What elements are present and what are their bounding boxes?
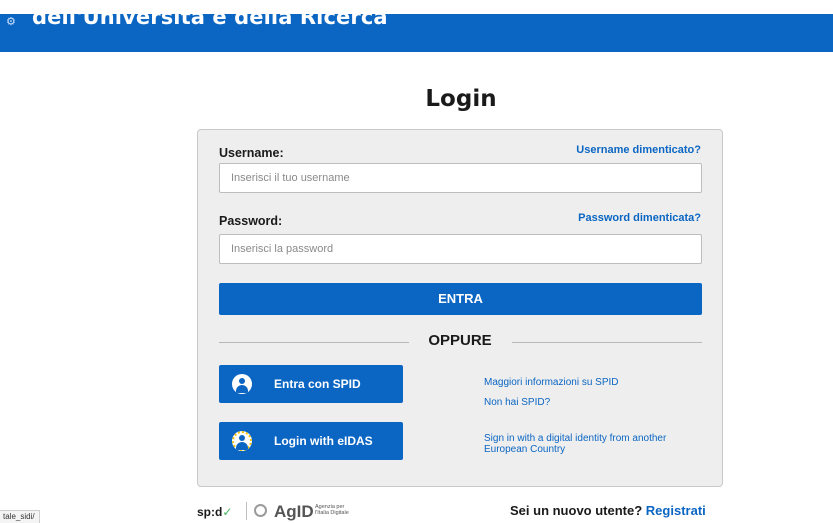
status-bar-url: tale_sidi/ xyxy=(0,510,40,523)
separator-label: OPPURE xyxy=(428,332,492,349)
forgot-password-link[interactable]: Password dimenticata? xyxy=(578,212,701,224)
agid-logo: AgID xyxy=(274,502,314,521)
no-spid-link[interactable]: Non hai SPID? xyxy=(484,397,550,408)
spid-info-link[interactable]: Maggiori informazioni su SPID xyxy=(484,377,619,388)
spid-logo: sp:d✓ xyxy=(197,505,233,519)
submit-button[interactable]: ENTRA xyxy=(219,283,702,315)
eidas-info-link-line2[interactable]: European Country xyxy=(484,444,565,455)
eidas-info-link-line1[interactable]: Sign in with a digital identity from ano… xyxy=(484,433,666,444)
page-title: Login xyxy=(425,86,497,112)
register-link[interactable]: Registrati xyxy=(646,503,706,518)
check-icon: ✓ xyxy=(222,505,233,519)
eidas-login-button[interactable]: Login with eIDAS xyxy=(219,422,403,460)
separator-line-right xyxy=(512,342,702,343)
username-input[interactable]: Inserisci il tuo username xyxy=(219,163,702,193)
spid-button-label: Entra con SPID xyxy=(274,377,361,391)
forgot-username-link[interactable]: Username dimenticato? xyxy=(576,144,701,156)
agid-emblem-icon xyxy=(254,504,267,517)
header-title: dell'Università e della Ricerca xyxy=(32,14,388,29)
site-header: ⚙ dell'Università e della Ricerca xyxy=(0,14,833,52)
username-label: Username: xyxy=(219,146,284,160)
password-input[interactable]: Inserisci la password xyxy=(219,234,702,264)
agid-subtitle: Agenzia per l'Italia Digitale xyxy=(315,504,349,516)
register-prompt: Sei un nuovo utente? Registrati xyxy=(510,503,706,518)
eidas-button-label: Login with eIDAS xyxy=(274,434,373,448)
logo-divider xyxy=(246,502,247,520)
emblem-icon: ⚙ xyxy=(6,16,16,28)
spid-login-button[interactable]: Entra con SPID xyxy=(219,365,403,403)
eidas-user-icon xyxy=(232,431,252,451)
password-label: Password: xyxy=(219,214,283,228)
login-card: Username: Username dimenticato? Inserisc… xyxy=(197,129,723,487)
user-icon xyxy=(232,374,252,394)
